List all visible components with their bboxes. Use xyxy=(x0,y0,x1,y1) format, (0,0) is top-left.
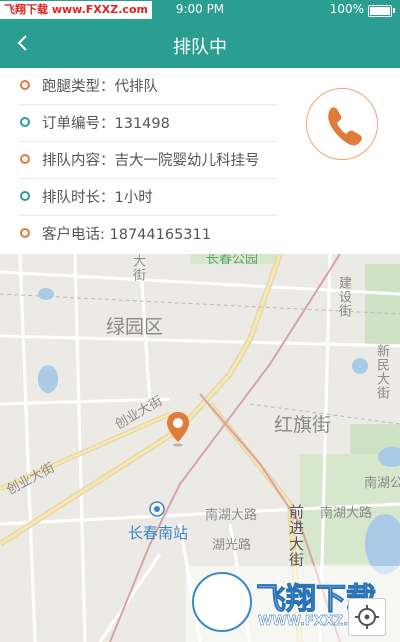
bullet-dot-icon xyxy=(20,117,30,127)
map-label-district: 绿园区 xyxy=(106,316,164,338)
info-row-duration: 排队时长：1小时 xyxy=(18,179,278,216)
info-text: 订单编号：131498 xyxy=(42,116,170,132)
nav-bar: 排队中 xyxy=(0,20,400,68)
page-title: 排队中 xyxy=(173,37,227,58)
info-row-order-number: 订单编号：131498 xyxy=(18,105,278,142)
map-label-nanhu: 南湖大路 xyxy=(205,508,258,523)
status-bar: 飞翔下载 www.FXXZ.com 9:00 PM 100% xyxy=(0,0,400,20)
bullet-dot-icon xyxy=(20,191,30,201)
watermark-circle-icon xyxy=(192,572,252,632)
bullet-dot-icon xyxy=(20,154,30,164)
info-text: 排队内容：吉大一院婴幼儿科挂号 xyxy=(42,153,260,169)
map-label-hongqi: 红旗街 xyxy=(274,414,332,436)
info-text: 排队时长：1小时 xyxy=(42,190,153,206)
bullet-dot-icon xyxy=(20,80,30,90)
map-label-jianshe: 建设街 xyxy=(336,276,351,318)
map-label-station: 长春南站 xyxy=(128,524,189,542)
info-row-phone: 客户电话: 18744165311 xyxy=(18,216,278,252)
location-pin-icon xyxy=(167,412,189,447)
info-text: 客户电话: 18744165311 xyxy=(42,227,211,243)
battery-percent: 100% xyxy=(329,2,364,16)
map-label-dajie: 大街 xyxy=(130,254,145,282)
battery-icon xyxy=(368,5,392,17)
map-label-huguang: 湖光路 xyxy=(212,538,252,553)
phone-icon xyxy=(328,107,362,146)
map-label-xinmin: 新民大街 xyxy=(374,344,389,400)
locate-button[interactable] xyxy=(348,598,386,636)
map-label-changchun-park: 长春公园 xyxy=(206,254,259,267)
map-label-nanhu: 南湖大路 xyxy=(320,506,373,521)
battery-tip xyxy=(393,8,395,13)
map-label-nanhu-park: 南湖公 xyxy=(364,476,400,491)
info-row-content: 排队内容：吉大一院婴幼儿科挂号 xyxy=(18,142,278,179)
bullet-dot-icon xyxy=(20,228,30,238)
call-button[interactable] xyxy=(306,88,378,160)
info-row-type: 跑腿类型：代排队 xyxy=(18,68,278,105)
map-label-qianjin: 前进大街 xyxy=(287,504,305,568)
info-text: 跑腿类型：代排队 xyxy=(42,79,158,95)
crosshair-icon xyxy=(355,605,379,629)
